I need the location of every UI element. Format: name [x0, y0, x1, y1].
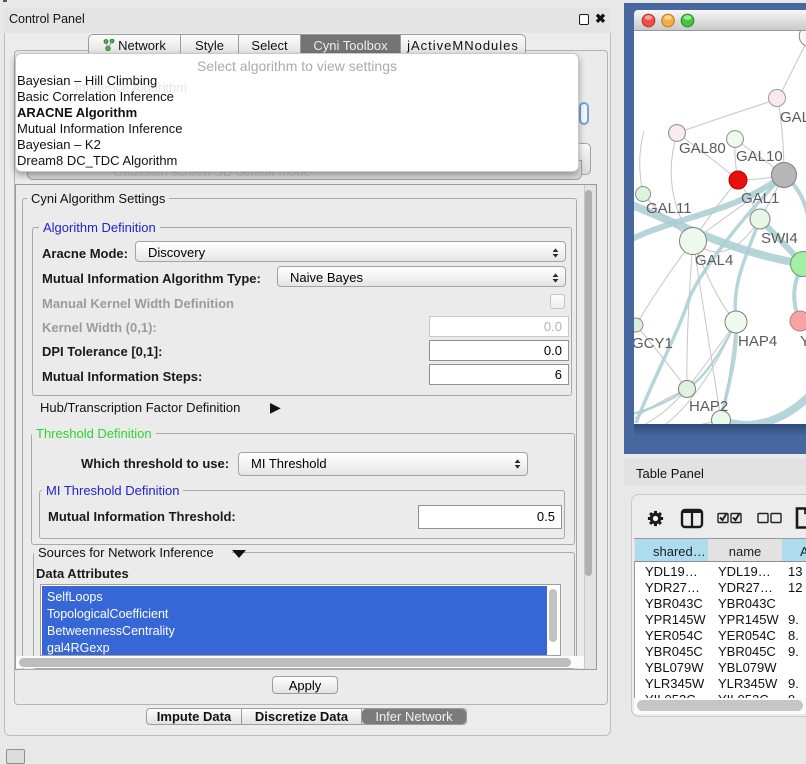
svg-text:GAL4: GAL4 — [695, 252, 733, 269]
svg-text:GAL1: GAL1 — [741, 190, 779, 207]
svg-text:HAP4: HAP4 — [738, 333, 777, 350]
svg-text:GAL: GAL — [780, 109, 806, 126]
svg-text:HAP2: HAP2 — [689, 398, 728, 415]
svg-text:GAL11: GAL11 — [646, 200, 692, 217]
svg-text:GCY1: GCY1 — [634, 335, 673, 352]
svg-text:SWI4: SWI4 — [761, 230, 798, 247]
svg-text:Y: Y — [800, 333, 806, 350]
svg-text:GAL80: GAL80 — [679, 140, 726, 157]
svg-text:GAL10: GAL10 — [736, 148, 783, 165]
